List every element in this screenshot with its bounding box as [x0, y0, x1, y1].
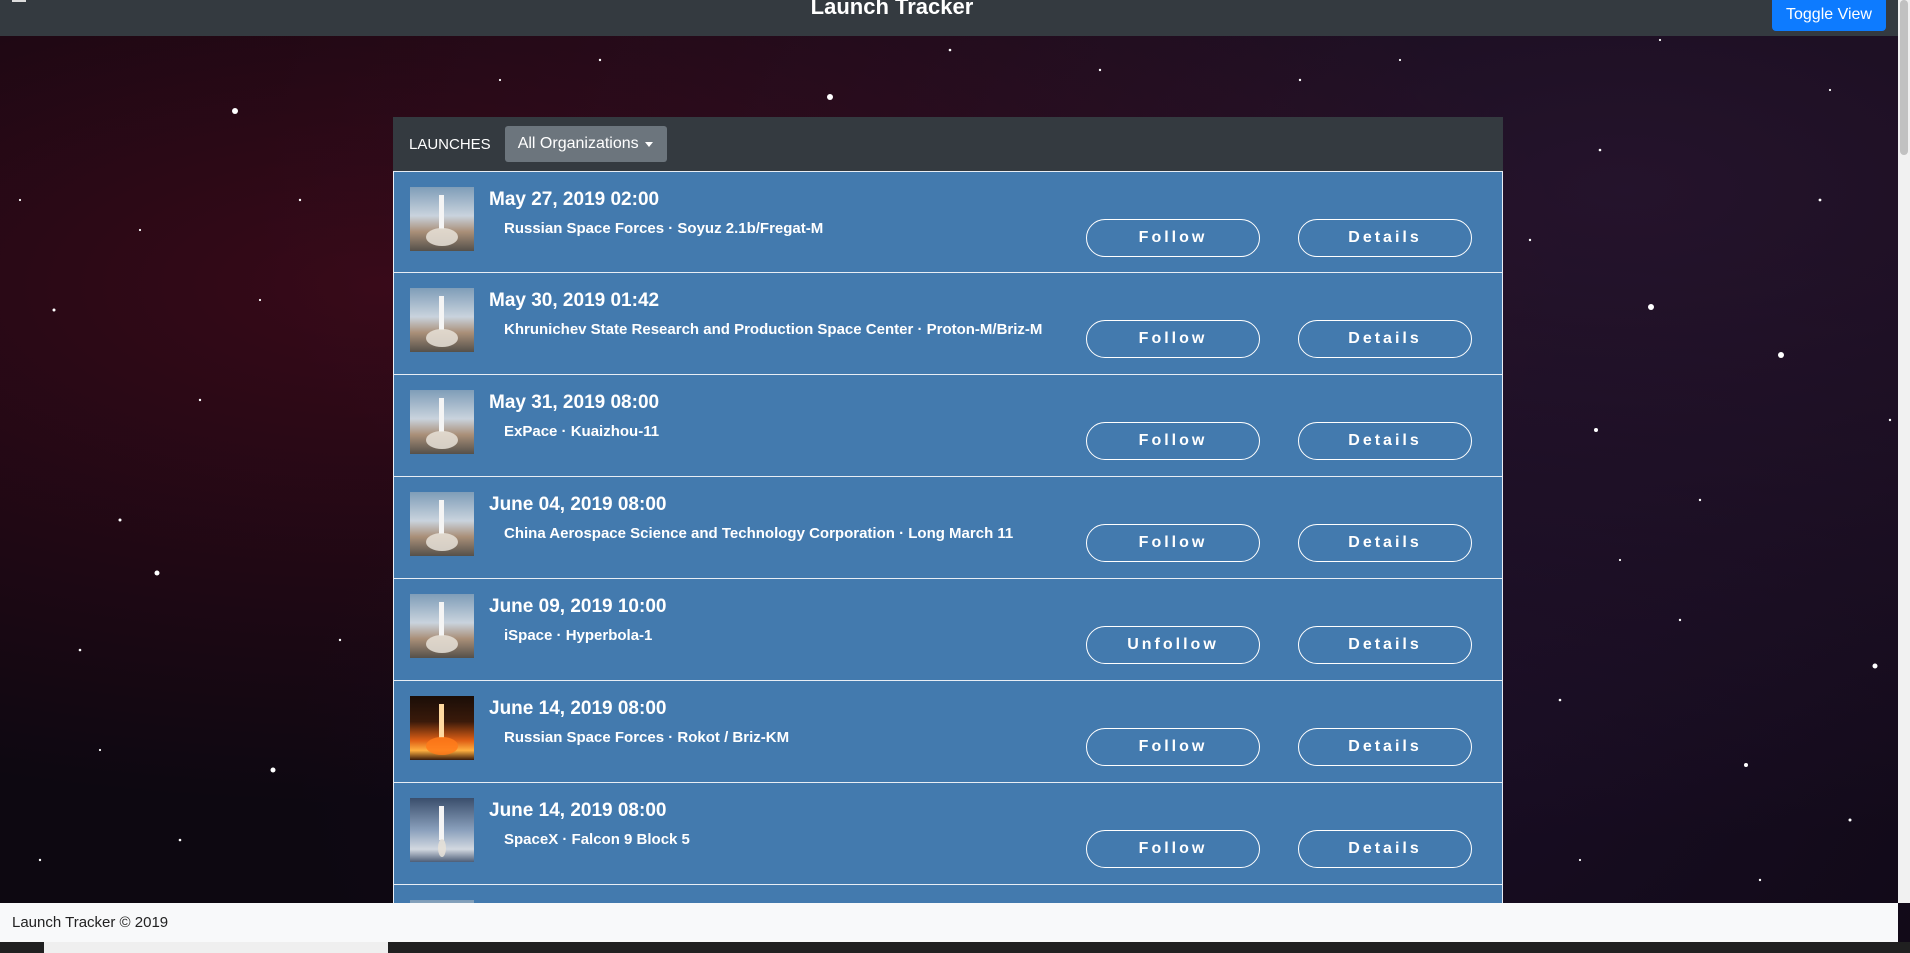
follow-button[interactable]: Follow [1086, 728, 1260, 766]
launches-panel: LAUNCHES All Organizations May 27, 2019 … [393, 117, 1503, 903]
launch-date: June 09, 2019 10:00 [489, 596, 667, 617]
launch-thumbnail [410, 594, 474, 658]
organization-filter-dropdown[interactable]: All Organizations [504, 126, 667, 162]
rocket-icon [426, 398, 458, 449]
launch-thumbnail [410, 798, 474, 862]
launch-date: May 30, 2019 01:42 [489, 290, 660, 311]
scrollbar-thumb[interactable] [1900, 0, 1908, 155]
launch-provider-vehicle: Russian Space Forces · Rokot / Briz-KM [504, 729, 790, 746]
details-button[interactable]: Details [1298, 830, 1472, 868]
organization-filter-label: All Organizations [517, 135, 639, 152]
launch-provider-vehicle: iSpace · Hyperbola-1 [504, 627, 653, 644]
launch-thumbnail [410, 696, 474, 760]
launch-provider-vehicle: SpaceX · Falcon 9 Block 5 [504, 831, 690, 848]
follow-button[interactable]: Follow [1086, 219, 1260, 257]
page-scrollbar[interactable] [1898, 0, 1910, 903]
launch-date: May 31, 2019 08:00 [489, 392, 660, 413]
footer-copyright: Launch Tracker © 2019 [12, 914, 169, 931]
rocket-icon [426, 195, 458, 246]
launch-list: May 27, 2019 02:00 Russian Space Forces ·… [393, 171, 1503, 903]
rocket-icon [438, 806, 446, 857]
follow-button[interactable]: Follow [1086, 422, 1260, 460]
top-navbar: Launch Tracker Toggle View [0, 0, 1898, 36]
launch-thumbnail [410, 390, 474, 454]
toggle-view-button[interactable]: Toggle View [1772, 0, 1886, 31]
details-button[interactable]: Details [1298, 320, 1472, 358]
launch-date: June 14, 2019 08:00 [489, 800, 667, 821]
launch-list-item: June 04, 2019 08:00 China Aerospace Scien… [393, 477, 1503, 579]
footer: Launch Tracker © 2019 [0, 903, 1898, 942]
chevron-down-icon [644, 141, 653, 147]
panel-title: LAUNCHES [409, 135, 491, 153]
launch-list-item: May 27, 2019 02:00 Russian Space Forces ·… [393, 171, 1503, 273]
taskbar-search-strip[interactable] [44, 942, 388, 953]
launch-list-item [393, 885, 1503, 903]
launch-provider-vehicle: Russian Space Forces · Soyuz 2.1b/Fregat… [504, 220, 824, 237]
unfollow-button[interactable]: Unfollow [1086, 626, 1260, 664]
launch-list-item: June 09, 2019 10:00 iSpace · Hyperbola-1 U… [393, 579, 1503, 681]
follow-button[interactable]: Follow [1086, 524, 1260, 562]
launch-thumbnail [410, 187, 474, 251]
app-title: Launch Tracker [810, 0, 974, 19]
launch-date: May 27, 2019 02:00 [489, 189, 660, 210]
rocket-icon [426, 296, 458, 347]
launch-date: June 14, 2019 08:00 [489, 698, 667, 719]
details-button[interactable]: Details [1298, 524, 1472, 562]
rocket-icon [426, 602, 458, 653]
launch-date: June 04, 2019 08:00 [489, 494, 667, 515]
panel-header: LAUNCHES All Organizations [393, 117, 1503, 171]
launch-provider-vehicle: China Aerospace Science and Technology C… [504, 525, 1014, 542]
launch-list-item: May 30, 2019 01:42 Khrunichev State Resea… [393, 273, 1503, 375]
details-button[interactable]: Details [1298, 219, 1472, 257]
rocket-icon [426, 500, 458, 551]
follow-button[interactable]: Follow [1086, 830, 1260, 868]
details-button[interactable]: Details [1298, 728, 1472, 766]
launch-thumbnail [410, 492, 474, 556]
launch-thumbnail [410, 288, 474, 352]
details-button[interactable]: Details [1298, 626, 1472, 664]
launch-list-item: June 14, 2019 08:00 SpaceX · Falcon 9 Blo… [393, 783, 1503, 885]
launch-list-item: May 31, 2019 08:00 ExPace · Kuaizhou-11 Fo… [393, 375, 1503, 477]
details-button[interactable]: Details [1298, 422, 1472, 460]
rocket-icon [426, 704, 458, 755]
launch-provider-vehicle: ExPace · Kuaizhou-11 [504, 423, 660, 440]
launch-list-item: June 14, 2019 08:00 Russian Space Forces … [393, 681, 1503, 783]
follow-button[interactable]: Follow [1086, 320, 1260, 358]
launch-provider-vehicle: Khrunichev State Research and Production… [504, 321, 1043, 338]
